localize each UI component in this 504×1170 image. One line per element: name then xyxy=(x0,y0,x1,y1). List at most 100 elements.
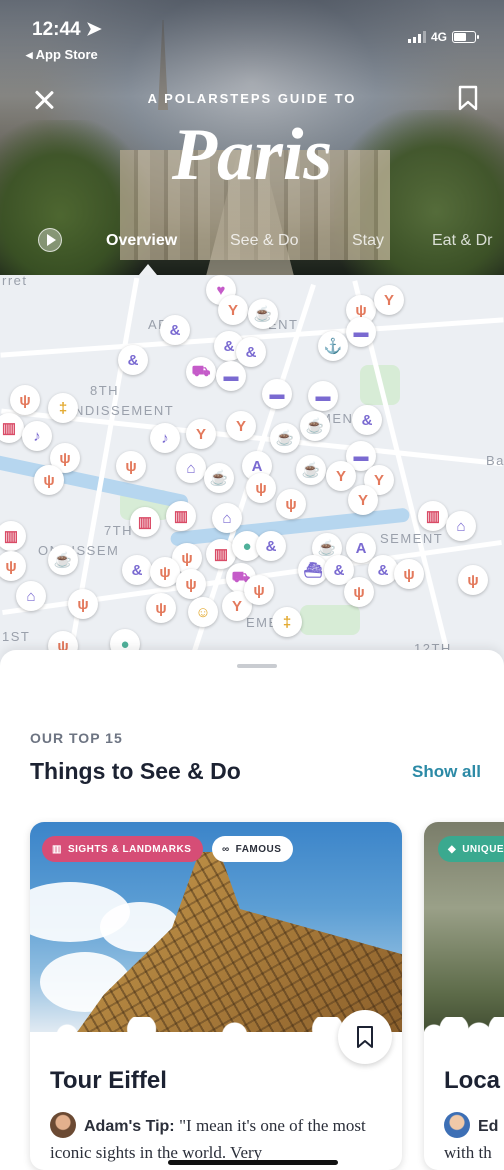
tab-stay[interactable]: Stay xyxy=(352,232,384,250)
bar-pin-icon[interactable]: Y xyxy=(226,411,256,441)
sight-pin-icon[interactable]: ▥ xyxy=(418,501,448,531)
monument-pin-icon[interactable]: ‡ xyxy=(272,607,302,637)
status-indicators: 4G xyxy=(407,30,479,44)
signal-icon xyxy=(407,31,426,43)
airbnb-pin-icon[interactable]: & xyxy=(256,531,286,561)
tab-see-do[interactable]: See & Do xyxy=(230,232,298,250)
restaurant-pin-icon[interactable]: ψ xyxy=(244,575,274,605)
restaurant-pin-icon[interactable]: ψ xyxy=(276,489,306,519)
photo-edge xyxy=(424,1017,504,1037)
lock-pin-icon[interactable]: ⌂ xyxy=(16,581,46,611)
airbnb-pin-icon[interactable]: & xyxy=(160,315,190,345)
airbnb-pin-icon[interactable]: & xyxy=(122,555,152,585)
guide-label: A POLARSTEPS GUIDE TO xyxy=(147,91,357,106)
sight-pin-icon[interactable]: ▥ xyxy=(130,507,160,537)
restaurant-pin-icon[interactable]: ψ xyxy=(344,577,374,607)
tab-eat-drink[interactable]: Eat & Dr xyxy=(432,232,492,250)
cafe-pin-icon[interactable]: ☕ xyxy=(270,423,300,453)
sight-pin-icon[interactable]: ▥ xyxy=(0,521,26,551)
stay-pin-icon[interactable]: ▬ xyxy=(216,361,246,391)
tip-author: Adam's Tip: xyxy=(84,1118,175,1135)
cafe-pin-icon[interactable]: ☕ xyxy=(204,463,234,493)
binoculars-icon: ∞ xyxy=(222,843,230,855)
city-title: Paris xyxy=(171,114,333,196)
monument-pin-icon[interactable]: ‡ xyxy=(48,393,78,423)
stay-pin-icon[interactable]: ▬ xyxy=(262,379,292,409)
sparkle-icon: ◆ xyxy=(448,843,457,855)
tip-author: Ed xyxy=(478,1118,499,1135)
location-arrow-icon: ➤ xyxy=(85,19,102,40)
restaurant-pin-icon[interactable]: ψ xyxy=(246,473,276,503)
network-type: 4G xyxy=(430,30,447,44)
restaurant-pin-icon[interactable]: ψ xyxy=(0,551,26,581)
attraction-title: Loca xyxy=(444,1067,501,1094)
sight-pin-icon[interactable]: ▥ xyxy=(0,413,24,443)
music-pin-icon[interactable]: ♪ xyxy=(22,421,52,451)
attraction-card-next[interactable]: ◆ UNIQUE Loca Ed with th xyxy=(424,822,504,1170)
lock-pin-icon[interactable]: ⌂ xyxy=(446,511,476,541)
theatre-pin-icon[interactable]: ☺ xyxy=(188,597,218,627)
airbnb-pin-icon[interactable]: & xyxy=(118,345,148,375)
attraction-tip: Adam's Tip: "I mean it's one of the most… xyxy=(50,1112,390,1167)
cafe-pin-icon[interactable]: ☕ xyxy=(296,455,326,485)
section-title: Things to See & Do xyxy=(30,758,241,784)
restaurant-pin-icon[interactable]: ψ xyxy=(116,451,146,481)
sight-pin-icon[interactable]: ▥ xyxy=(166,501,196,531)
stay-pin-icon[interactable]: ▬ xyxy=(308,381,338,411)
guide-tabs: Overview See & Do Stay Eat & Dr xyxy=(0,222,504,262)
museum-pin-icon[interactable]: ⌂ xyxy=(176,453,206,483)
cafe-pin-icon[interactable]: ☕ xyxy=(300,411,330,441)
restaurant-pin-icon[interactable]: ψ xyxy=(176,569,206,599)
attraction-title: Tour Eiffel xyxy=(50,1067,167,1094)
map-park xyxy=(300,605,360,635)
bar-pin-icon[interactable]: Y xyxy=(348,485,378,515)
drag-handle[interactable] xyxy=(237,664,277,668)
restaurant-pin-icon[interactable]: ψ xyxy=(10,385,40,415)
attraction-card-tour-eiffel[interactable]: ▥ SIGHTS & LANDMARKS ∞ FAMOUS Tour Eiffe… xyxy=(30,822,402,1170)
avatar xyxy=(444,1112,470,1138)
status-time: 12:44 ➤ xyxy=(32,19,102,40)
map-label: NDISSEMENT xyxy=(74,403,175,418)
restaurant-pin-icon[interactable]: ψ xyxy=(394,559,424,589)
play-icon[interactable] xyxy=(38,228,62,252)
tag-sights-landmarks: ▥ SIGHTS & LANDMARKS xyxy=(42,836,204,862)
bar-pin-icon[interactable]: Y xyxy=(374,285,404,315)
back-to-app-store[interactable]: ◂ App Store xyxy=(26,47,98,63)
cafe-pin-icon[interactable]: ☕ xyxy=(248,299,278,329)
anchor-pin-icon[interactable]: ⚓ xyxy=(318,331,348,361)
status-bar: 12:44 ➤ ◂ App Store 4G xyxy=(0,0,504,70)
bar-pin-icon[interactable]: Y xyxy=(218,295,248,325)
bar-pin-icon[interactable]: Y xyxy=(186,419,216,449)
airbnb-pin-icon[interactable]: & xyxy=(352,405,382,435)
map-label: 8TH xyxy=(90,383,120,398)
restaurant-pin-icon[interactable]: ψ xyxy=(458,565,488,595)
show-all-link[interactable]: Show all xyxy=(412,762,481,782)
restaurant-pin-icon[interactable]: ψ xyxy=(146,593,176,623)
music-pin-icon[interactable]: ♪ xyxy=(150,423,180,453)
landmark-icon: ▥ xyxy=(52,843,62,855)
city-map[interactable]: rret ARR ENT 8TH NDISSEMENT MEN Ba 7TH O… xyxy=(0,275,504,670)
tag-famous: ∞ FAMOUS xyxy=(212,836,294,862)
bar-pin-icon[interactable]: Y xyxy=(326,461,356,491)
restaurant-pin-icon[interactable]: ψ xyxy=(34,465,64,495)
avatar xyxy=(50,1112,76,1138)
battery-icon xyxy=(452,31,479,43)
hero-header: 12:44 ➤ ◂ App Store 4G A POLARSTEPS GUID… xyxy=(0,0,504,275)
guide-sheet: OUR TOP 15 Things to See & Do Show all ▥… xyxy=(0,650,504,1170)
stay-pin-icon[interactable]: ▬ xyxy=(346,317,376,347)
shop-pin-icon[interactable]: ⛟ xyxy=(186,357,216,387)
map-label: rret xyxy=(2,275,28,288)
active-tab-indicator xyxy=(139,264,157,275)
map-label: SEMENT xyxy=(380,531,444,546)
map-label: 7TH xyxy=(104,523,134,538)
tab-overview[interactable]: Overview xyxy=(106,232,177,250)
save-attraction-button[interactable] xyxy=(338,1010,392,1064)
tip-text: with th xyxy=(444,1143,492,1162)
home-indicator[interactable] xyxy=(168,1160,338,1165)
lock-pin-icon[interactable]: ⌂ xyxy=(212,503,242,533)
restaurant-pin-icon[interactable]: ψ xyxy=(68,589,98,619)
bookmark-icon xyxy=(357,1026,373,1048)
bookmark-icon[interactable] xyxy=(458,85,478,111)
cafe-pin-icon[interactable]: ☕ xyxy=(48,545,78,575)
airbnb-pin-icon[interactable]: & xyxy=(236,337,266,367)
